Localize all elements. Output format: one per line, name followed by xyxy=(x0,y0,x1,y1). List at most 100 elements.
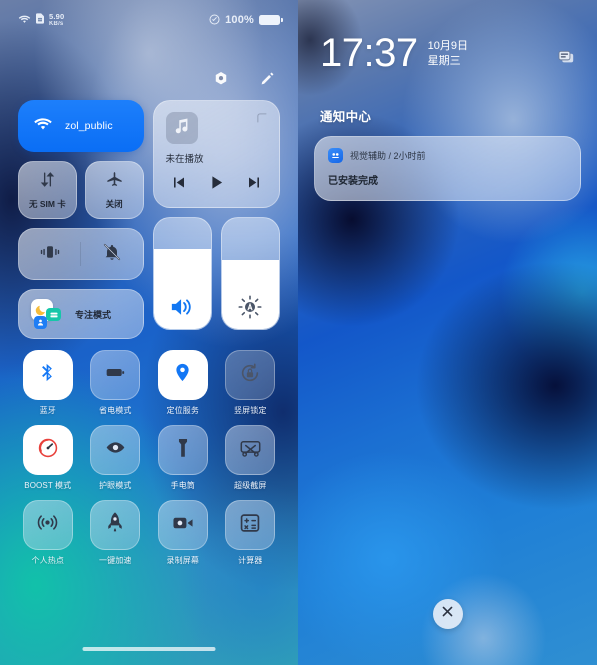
album-art xyxy=(165,112,198,144)
expand-corner-icon[interactable] xyxy=(255,111,268,129)
toggle-super-screenshot[interactable]: 超级截屏 xyxy=(221,425,281,491)
toggle-screen-record[interactable]: 录制屏幕 xyxy=(153,500,213,566)
media-controls xyxy=(166,174,268,196)
gear-icon[interactable] xyxy=(212,70,230,88)
wifi-tile[interactable]: zol_public xyxy=(18,100,144,152)
cc-pair-sim-airplane: 无 SIM 卡 关闭 xyxy=(18,161,144,219)
toggle-hotspot-label: 个人热点 xyxy=(31,556,64,565)
toggle-super-screenshot-label: 超级截屏 xyxy=(234,481,267,490)
vibrate-icon xyxy=(39,242,61,267)
media-player-card[interactable]: 未在播放 xyxy=(152,100,280,208)
bluetooth-icon xyxy=(37,362,58,388)
toggle-eye-protection-box[interactable] xyxy=(90,425,141,475)
toggle-bluetooth-box[interactable] xyxy=(22,350,73,400)
toggle-hotspot[interactable]: 个人热点 xyxy=(18,500,78,566)
control-center-panel: 5.90 KB/s 100% zol_public 无 SIM 卡 关闭 专注模… xyxy=(0,0,298,665)
notification-cards-icon[interactable] xyxy=(557,49,575,70)
notification-card[interactable]: 视觉辅助 / 2小时前 已安装完成 xyxy=(314,136,581,201)
sim-tile[interactable]: 无 SIM 卡 xyxy=(18,161,77,219)
cc-right-column: 未在播放 xyxy=(152,100,280,339)
toggle-rotation-lock-label: 竖屏锁定 xyxy=(234,406,267,415)
rocket-icon xyxy=(105,511,125,539)
notification-center-title: 通知中心 xyxy=(320,110,372,124)
toggle-flashlight-label: 手电筒 xyxy=(170,481,195,490)
focus-icon-stack xyxy=(31,299,65,329)
toggle-grid: 蓝牙 省电模式 定位服务 竖屏锁定 BOOST 模式 护眼模式 手电筒 超级截屏… xyxy=(18,350,280,566)
wallpaper-right xyxy=(298,0,597,665)
battery-percent: 100% xyxy=(225,14,254,26)
battery-saver-icon xyxy=(104,361,127,389)
cc-sound-duo xyxy=(18,228,144,280)
previous-track-icon[interactable] xyxy=(170,175,187,195)
toggle-calculator-label: 计算器 xyxy=(238,556,263,565)
brightness-auto-icon xyxy=(222,285,279,329)
toggle-bluetooth-label: 蓝牙 xyxy=(39,406,56,415)
close-x-icon xyxy=(441,605,454,623)
super-screenshot-icon xyxy=(239,438,262,463)
toggle-power-saving-box[interactable] xyxy=(90,350,141,400)
mute-tile[interactable] xyxy=(81,242,142,267)
cc-top-row: zol_public 无 SIM 卡 关闭 专注模式 未在播放 xyxy=(18,100,280,339)
airplane-tile[interactable]: 关闭 xyxy=(84,161,144,219)
charge-circle-icon xyxy=(209,13,220,27)
wifi-icon xyxy=(18,14,31,26)
control-center-body: zol_public 无 SIM 卡 关闭 专注模式 未在播放 蓝牙 省电模式 … xyxy=(18,100,280,566)
bell-slash-icon xyxy=(102,242,122,267)
toggle-calculator-box[interactable] xyxy=(225,500,276,550)
toggle-one-key-boost[interactable]: 一键加速 xyxy=(86,500,146,566)
toggle-eye-protection[interactable]: 护眼模式 xyxy=(86,425,146,491)
sim-tile-label: 无 SIM 卡 xyxy=(28,199,66,209)
speaker-wave-icon xyxy=(154,285,211,329)
toggle-calculator[interactable]: 计算器 xyxy=(221,500,281,566)
lock-screen-clock: 17:37 10月9日 星期三 xyxy=(320,33,468,73)
cc-left-column: zol_public 无 SIM 卡 关闭 专注模式 xyxy=(18,100,144,339)
toggle-screen-record-box[interactable] xyxy=(157,500,208,550)
toggle-flashlight[interactable]: 手电筒 xyxy=(153,425,213,491)
person-icon xyxy=(34,316,47,329)
lock-date: 10月9日 xyxy=(427,40,468,53)
airplane-icon xyxy=(105,170,124,194)
toggle-rotation-lock-box[interactable] xyxy=(225,350,276,400)
brightness-slider[interactable] xyxy=(220,217,280,330)
lock-date-block: 10月9日 星期三 xyxy=(428,39,468,72)
vibrate-tile[interactable] xyxy=(19,242,80,267)
toggle-rotation-lock[interactable]: 竖屏锁定 xyxy=(221,350,281,416)
location-pin-icon xyxy=(172,362,193,388)
bed-icon xyxy=(46,308,61,321)
cc-sliders xyxy=(152,217,280,330)
data-transfer-icon xyxy=(38,170,57,194)
wifi-icon xyxy=(33,116,53,136)
next-track-icon[interactable] xyxy=(246,175,263,195)
toggle-location[interactable]: 定位服务 xyxy=(153,350,213,416)
airplane-tile-label: 关闭 xyxy=(105,199,123,209)
network-speed: 5.90 KB/s xyxy=(49,12,64,27)
toggle-screen-record-label: 录制屏幕 xyxy=(166,556,199,565)
toggle-boost-mode-label: BOOST 模式 xyxy=(24,481,72,490)
flashlight-icon xyxy=(173,437,193,464)
volume-slider[interactable] xyxy=(152,217,212,330)
toggle-boost-mode[interactable]: BOOST 模式 xyxy=(18,425,78,491)
toggle-one-key-boost-box[interactable] xyxy=(90,500,141,550)
music-note-icon xyxy=(172,116,191,140)
toggle-location-label: 定位服务 xyxy=(166,406,199,415)
toggle-super-screenshot-box[interactable] xyxy=(225,425,276,475)
hotspot-icon xyxy=(36,511,59,539)
toggle-hotspot-box[interactable] xyxy=(22,500,73,550)
lock-screen-panel: 17:37 10月9日 星期三 通知中心 视觉辅助 / 2小时前 已安装完成 xyxy=(298,0,597,665)
toggle-eye-protection-label: 护眼模式 xyxy=(99,481,132,490)
toggle-bluetooth[interactable]: 蓝牙 xyxy=(18,350,78,416)
lock-weekday: 星期三 xyxy=(427,55,461,68)
toggle-boost-mode-box[interactable] xyxy=(22,425,73,475)
toggle-flashlight-box[interactable] xyxy=(157,425,208,475)
speed-gauge-icon xyxy=(37,437,59,464)
play-icon[interactable] xyxy=(208,174,225,196)
toggle-location-box[interactable] xyxy=(157,350,208,400)
home-indicator[interactable] xyxy=(82,647,216,651)
pencil-icon[interactable] xyxy=(258,70,276,88)
close-button[interactable] xyxy=(432,599,463,629)
battery-icon xyxy=(259,15,283,25)
toggle-power-saving[interactable]: 省电模式 xyxy=(86,350,146,416)
media-title: 未在播放 xyxy=(165,154,204,165)
visual-assist-icon xyxy=(328,148,343,163)
focus-mode-tile[interactable]: 专注模式 xyxy=(18,289,144,339)
